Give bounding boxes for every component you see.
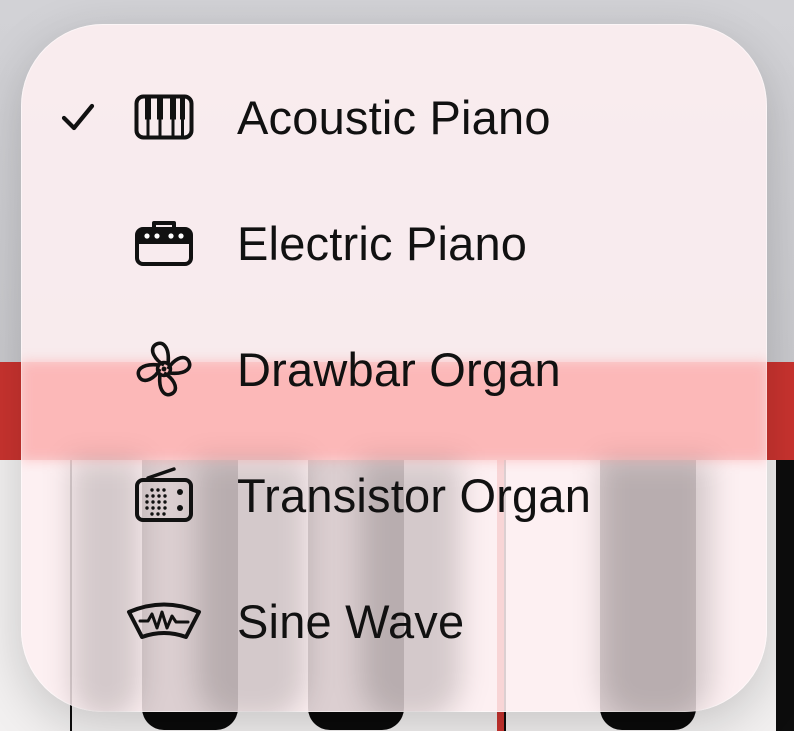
menu-item-acoustic-piano[interactable]: Acoustic Piano	[21, 59, 767, 175]
menu-item-label: Transistor Organ	[237, 468, 592, 522]
checkmark-icon	[61, 103, 95, 131]
menu-item-transistor-organ[interactable]: Transistor Organ	[21, 437, 767, 553]
menu-item-label: Electric Piano	[237, 216, 528, 270]
fan-icon	[124, 329, 204, 409]
instrument-menu: Acoustic Piano Electric Piano Drawbar Or…	[21, 24, 767, 712]
menu-item-label: Sine Wave	[237, 594, 465, 648]
radio-icon	[124, 455, 204, 535]
menu-item-electric-piano[interactable]: Electric Piano	[21, 185, 767, 301]
amplifier-icon	[124, 203, 204, 283]
menu-item-drawbar-organ[interactable]: Drawbar Organ	[21, 311, 767, 427]
menu-item-label: Acoustic Piano	[237, 90, 551, 144]
menu-item-label: Drawbar Organ	[237, 342, 561, 396]
piano-keys-icon	[124, 77, 204, 157]
waveform-dial-icon	[124, 581, 204, 661]
menu-item-sine-wave[interactable]: Sine Wave	[21, 563, 767, 679]
